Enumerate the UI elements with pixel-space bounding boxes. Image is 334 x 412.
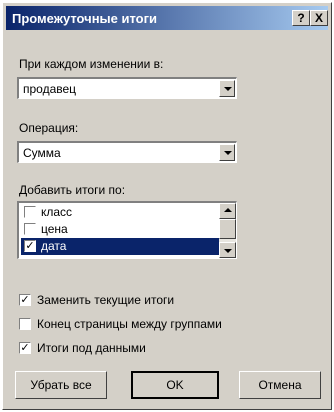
listbox-scrollbar[interactable]: [219, 203, 236, 258]
operation-label: Операция:: [19, 121, 79, 135]
operation-combo[interactable]: Сумма: [17, 141, 237, 163]
list-item-price[interactable]: цена: [21, 221, 219, 238]
item-checkbox[interactable]: [24, 223, 36, 235]
chevron-down-icon: [224, 151, 232, 155]
close-button[interactable]: X: [310, 10, 328, 26]
page-break-checkbox[interactable]: [19, 318, 31, 330]
chevron-up-icon: [224, 208, 232, 212]
group-by-value: продавец: [23, 82, 77, 96]
list-item-label: класс: [41, 205, 73, 219]
list-item-label: дата: [41, 239, 67, 253]
list-item-class[interactable]: класс: [21, 204, 219, 221]
ok-button[interactable]: OK: [131, 371, 219, 399]
group-by-dropdown-button[interactable]: [219, 80, 235, 97]
group-by-combo[interactable]: продавец: [17, 77, 237, 99]
item-checkbox-checked[interactable]: ✓: [24, 240, 36, 252]
scroll-thumb[interactable]: [219, 219, 236, 239]
help-button[interactable]: ?: [292, 10, 310, 26]
chevron-down-icon: [224, 87, 232, 91]
remove-all-button[interactable]: Убрать все: [15, 371, 107, 399]
dialog-title: Промежуточные итоги: [12, 11, 158, 26]
subtotals-dialog: Промежуточные итоги ? X При каждом измен…: [2, 2, 332, 410]
summary-below-label: Итоги под данными: [37, 341, 146, 355]
replace-current-checkbox[interactable]: ✓: [19, 294, 31, 306]
group-by-label: При каждом изменении в:: [19, 57, 164, 71]
item-checkbox[interactable]: [24, 206, 36, 218]
page-break-label: Конец страницы между группами: [37, 317, 222, 331]
title-bar[interactable]: Промежуточные итоги ? X: [6, 6, 328, 30]
list-item-label: цена: [41, 222, 68, 236]
list-item-date[interactable]: ✓ дата: [21, 238, 219, 255]
scroll-down-button[interactable]: [219, 242, 236, 258]
scroll-up-button[interactable]: [219, 203, 236, 219]
operation-dropdown-button[interactable]: [219, 144, 235, 161]
chevron-down-icon: [224, 249, 232, 253]
add-totals-label: Добавить итоги по:: [19, 183, 126, 197]
add-totals-listbox[interactable]: класс цена ✓ дата: [17, 201, 237, 259]
operation-value: Сумма: [23, 146, 61, 160]
cancel-button[interactable]: Отмена: [239, 371, 321, 399]
replace-current-label: Заменить текущие итоги: [37, 293, 175, 307]
summary-below-checkbox[interactable]: ✓: [19, 342, 31, 354]
